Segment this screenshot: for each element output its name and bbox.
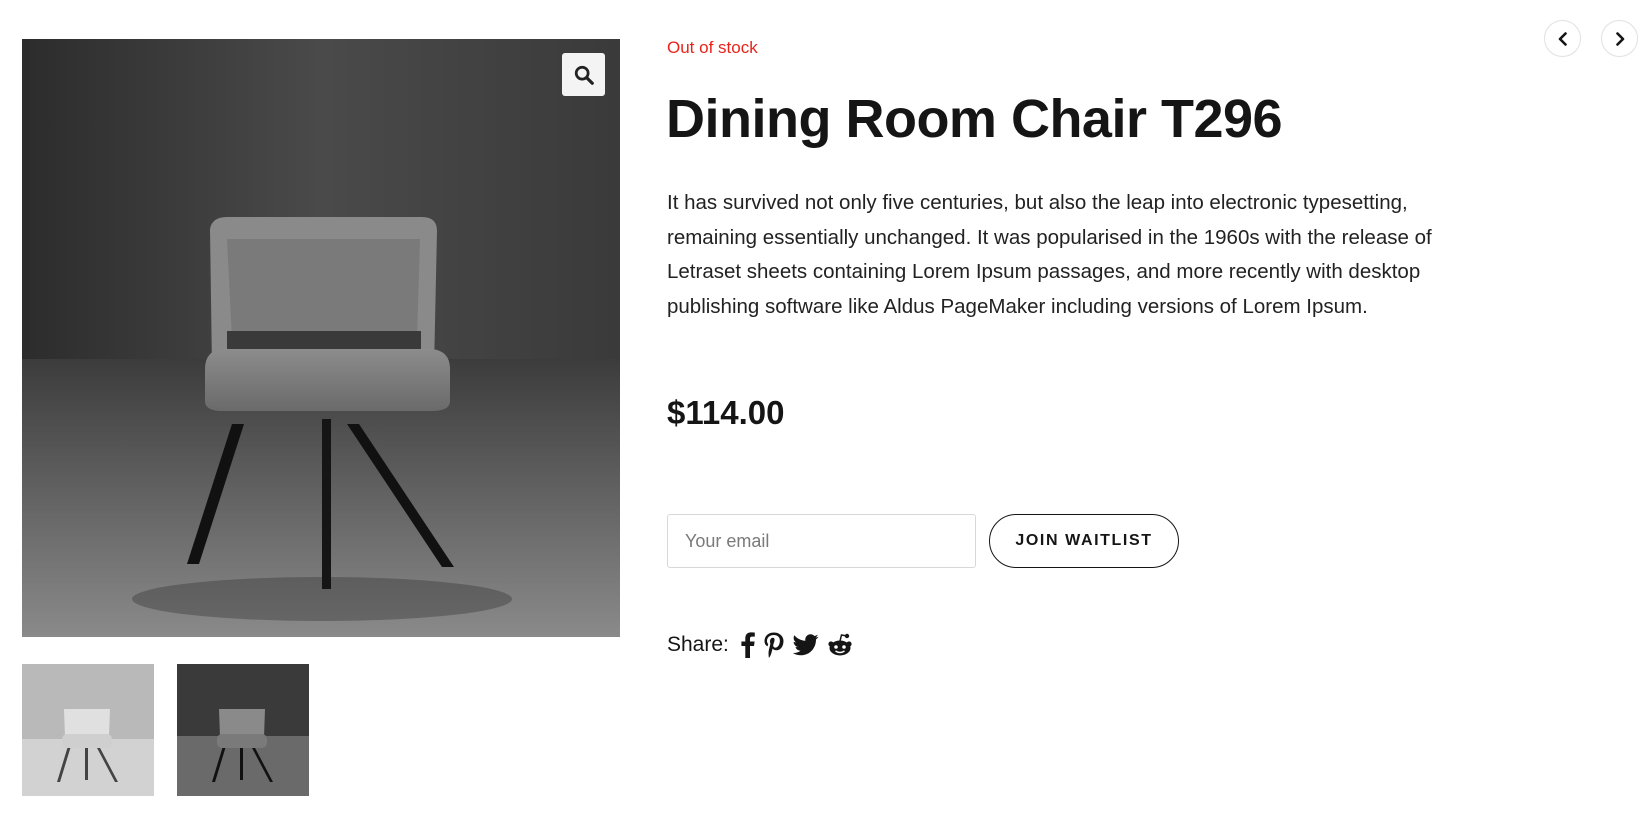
twitter-icon[interactable] [792, 634, 819, 656]
thumbnail-chair-dark[interactable] [177, 664, 309, 796]
product-main-image[interactable] [22, 39, 620, 637]
previous-product-button[interactable] [1544, 20, 1581, 57]
email-field[interactable] [667, 514, 976, 568]
stock-status: Out of stock [667, 38, 758, 57]
chair-thumbnail-image [177, 664, 309, 796]
facebook-icon[interactable] [741, 632, 755, 658]
product-price: $114.00 [667, 394, 785, 431]
chair-photo [22, 39, 620, 637]
search-icon [574, 65, 594, 85]
chevron-left-icon [1558, 31, 1567, 46]
join-waitlist-button[interactable]: JOIN WAITLIST [989, 514, 1179, 568]
chair-thumbnail-image [22, 664, 154, 796]
pinterest-icon[interactable] [763, 632, 785, 658]
zoom-button[interactable] [562, 53, 605, 96]
next-product-button[interactable] [1601, 20, 1638, 57]
share-bar: Share: [667, 632, 861, 658]
chevron-right-icon [1615, 31, 1624, 46]
share-label: Share: [667, 633, 729, 656]
reddit-icon[interactable] [827, 633, 853, 657]
thumbnail-chair-light[interactable] [22, 664, 154, 796]
product-title: Dining Room Chair T296 [666, 89, 1283, 149]
product-description: It has survived not only five centuries,… [667, 191, 1432, 318]
